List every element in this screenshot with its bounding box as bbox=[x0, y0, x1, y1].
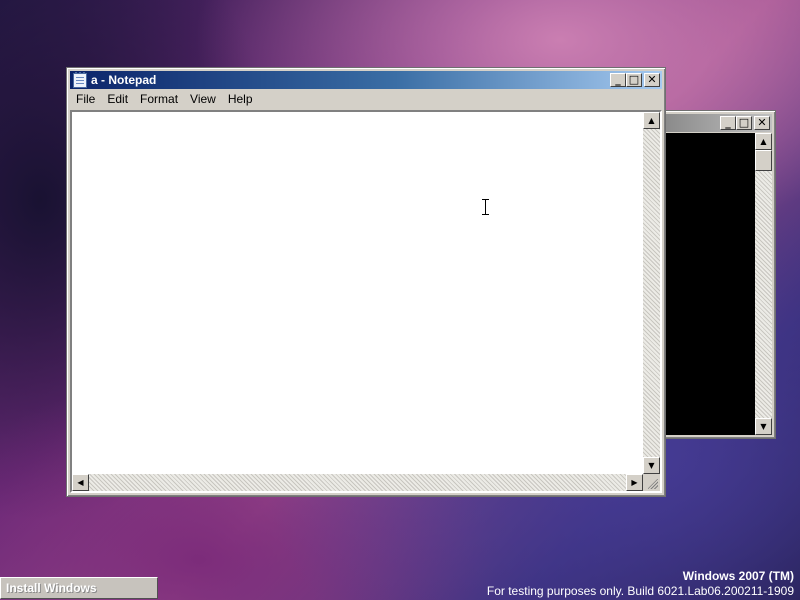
notepad-text-area[interactable]: ▲ ▼ ◀ ▶ bbox=[70, 110, 662, 493]
menu-file[interactable]: File bbox=[70, 90, 101, 109]
console-window[interactable]: _ □ ✕ ▲ ▼ bbox=[664, 110, 776, 439]
console-close-button[interactable]: ✕ bbox=[754, 116, 770, 130]
notepad-size-grip[interactable] bbox=[643, 474, 660, 491]
watermark-build: For testing purposes only. Build 6021.La… bbox=[486, 584, 794, 598]
menu-help[interactable]: Help bbox=[222, 90, 259, 109]
notepad-menubar: File Edit Format View Help bbox=[70, 90, 662, 109]
notepad-minimize-button[interactable]: _ bbox=[610, 73, 626, 87]
console-maximize-button[interactable]: □ bbox=[736, 116, 752, 130]
notepad-vertical-scrollbar[interactable]: ▲ ▼ bbox=[643, 112, 660, 474]
console-screen[interactable]: ▲ ▼ bbox=[664, 133, 772, 435]
notepad-icon bbox=[73, 71, 87, 88]
menu-view[interactable]: View bbox=[184, 90, 222, 109]
console-titlebar[interactable]: _ □ ✕ bbox=[664, 114, 772, 132]
notepad-scroll-up-button[interactable]: ▲ bbox=[643, 112, 660, 129]
menu-format[interactable]: Format bbox=[134, 90, 184, 109]
watermark-title: Windows 2007 (TM) bbox=[682, 569, 794, 583]
desktop: { "notepad": { "title": "a - Notepad", "… bbox=[0, 0, 800, 600]
notepad-titlebar[interactable]: a - Notepad _ □ ✕ bbox=[70, 71, 662, 89]
notepad-window[interactable]: a - Notepad _ □ ✕ File Edit Format View … bbox=[66, 67, 666, 497]
notepad-scroll-right-button[interactable]: ▶ bbox=[626, 474, 643, 491]
console-minimize-button[interactable]: _ bbox=[720, 116, 736, 130]
install-windows-button[interactable]: Install Windows bbox=[0, 577, 158, 599]
notepad-horizontal-scrollbar[interactable]: ◀ ▶ bbox=[72, 474, 643, 491]
console-scroll-thumb[interactable] bbox=[755, 150, 772, 171]
console-vertical-scrollbar[interactable]: ▲ ▼ bbox=[755, 133, 772, 435]
notepad-maximize-button[interactable]: □ bbox=[626, 73, 642, 87]
notepad-scroll-down-button[interactable]: ▼ bbox=[643, 457, 660, 474]
notepad-title: a - Notepad bbox=[91, 73, 157, 87]
console-scroll-up-button[interactable]: ▲ bbox=[755, 133, 772, 150]
notepad-scroll-left-button[interactable]: ◀ bbox=[72, 474, 89, 491]
notepad-close-button[interactable]: ✕ bbox=[644, 73, 660, 87]
i-beam-cursor-icon bbox=[482, 199, 489, 215]
menu-edit[interactable]: Edit bbox=[101, 90, 134, 109]
console-scroll-down-button[interactable]: ▼ bbox=[755, 418, 772, 435]
